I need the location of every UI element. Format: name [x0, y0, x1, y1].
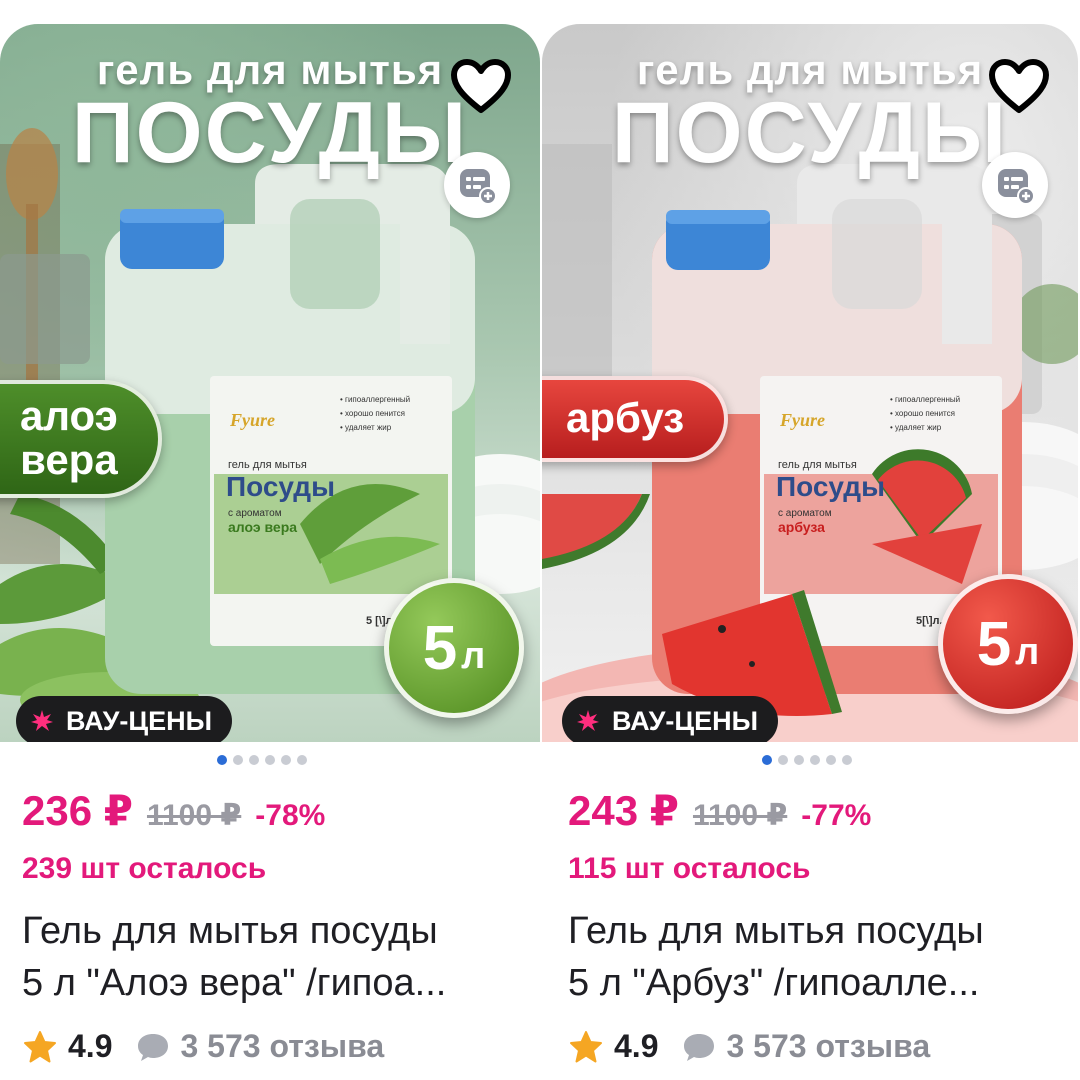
gallery-dot[interactable] [265, 755, 275, 765]
gallery-dot-active[interactable] [217, 755, 227, 765]
gallery-dot[interactable] [810, 755, 820, 765]
label-feature-2: • хорошо пенится [890, 409, 955, 418]
gallery-dot[interactable] [842, 755, 852, 765]
volume-badge: 5л [938, 574, 1078, 714]
flavor-badge: арбуз [542, 376, 729, 462]
gallery-dot[interactable] [778, 755, 788, 765]
label-aroma1: с ароматом [778, 508, 832, 519]
price-row: 236 ₽ 1100 ₽ -78% [22, 786, 325, 835]
starburst-icon [577, 710, 599, 731]
label-feature-2: • хорошо пенится [340, 409, 405, 418]
flavor-badge: алоэ вера [0, 380, 162, 498]
gallery-dot[interactable] [297, 755, 307, 765]
star-icon [24, 1030, 56, 1062]
promo-label: ВАУ-ЦЕНЫ [612, 705, 759, 736]
flavor-badge-line-2: вера [20, 436, 118, 483]
comment-bubble-icon [684, 1033, 715, 1061]
price-current: 236 ₽ [22, 787, 133, 834]
stock-remaining: 239 шт осталось [22, 852, 267, 885]
gallery-dot[interactable] [794, 755, 804, 765]
gallery-dots[interactable] [762, 755, 852, 765]
gallery-dot[interactable] [233, 755, 243, 765]
rating-row[interactable]: 4.9 3 573 отзыва [568, 1028, 930, 1065]
rating-value: 4.9 [68, 1028, 113, 1064]
gallery-dot[interactable] [281, 755, 291, 765]
label-feature-3: • удаляет жир [340, 423, 392, 432]
product-image-aloe[interactable]: Fyure гель для мытья Посуды с ароматом а… [0, 24, 540, 742]
compare-add-icon [460, 169, 497, 205]
label-feature-1: • гипоаллергенный [890, 395, 960, 404]
promo-badge: ВАУ-ЦЕНЫ [562, 696, 779, 742]
product-title-line-1[interactable]: Гель для мытья посуды [568, 905, 1058, 957]
gallery-dot-active[interactable] [762, 755, 772, 765]
label-line2: Посуды [226, 471, 335, 502]
volume-number: 5 [422, 613, 458, 683]
compare-button[interactable] [982, 152, 1048, 218]
volume-number: 5 [976, 609, 1012, 679]
volume-unit: л [461, 634, 486, 677]
flavor-badge-line-1: алоэ [20, 392, 118, 439]
product-image-watermelon[interactable]: Fyure гель для мытья Посуды с ароматом а… [542, 24, 1078, 742]
promo-label: ВАУ-ЦЕНЫ [66, 705, 213, 736]
product-card-aloe[interactable]: Fyure гель для мытья Посуды с ароматом а… [0, 0, 540, 1080]
volume-unit: л [1015, 630, 1040, 673]
label-feature-3: • удаляет жир [890, 423, 942, 432]
favorite-button[interactable] [446, 54, 516, 118]
label-brand: Fyure [229, 410, 275, 430]
star-icon [570, 1030, 602, 1062]
product-title-line-1[interactable]: Гель для мытья посуды [22, 905, 512, 957]
comment-bubble-icon [138, 1033, 169, 1061]
heart-outline-icon [451, 59, 511, 113]
stock-remaining: 115 шт осталось [568, 852, 811, 885]
favorite-button[interactable] [984, 54, 1054, 118]
product-grid: Fyure гель для мытья Посуды с ароматом а… [0, 0, 1080, 1080]
flavor-badge-line-1: арбуз [566, 394, 685, 441]
reviews-count[interactable]: 3 573 отзыва [180, 1028, 384, 1065]
heart-outline-icon [989, 59, 1049, 113]
label-aroma2: арбуза [778, 519, 825, 535]
label-line1: гель для мытья [778, 459, 857, 471]
rating-row[interactable]: 4.9 3 573 отзыва [22, 1028, 384, 1065]
product-title-line-2[interactable]: 5 л "Арбуз" /гипоалле... [568, 957, 1058, 1009]
volume-badge: 5л [384, 578, 524, 718]
gallery-dot[interactable] [249, 755, 259, 765]
product-title[interactable]: Гель для мытья посуды 5 л "Арбуз" /гипоа… [568, 905, 1058, 1009]
label-aroma1: с ароматом [228, 508, 282, 519]
product-title[interactable]: Гель для мытья посуды 5 л "Алоэ вера" /г… [22, 905, 512, 1009]
label-line2: Посуды [776, 471, 885, 502]
discount-percent: -78% [255, 799, 326, 832]
reviews-count[interactable]: 3 573 отзыва [726, 1028, 930, 1065]
price-old: 1100 ₽ [692, 799, 788, 832]
gallery-dots[interactable] [217, 755, 307, 765]
discount-percent: -77% [801, 799, 872, 832]
starburst-icon [31, 710, 53, 731]
price-current: 243 ₽ [568, 787, 679, 834]
price-old: 1100 ₽ [146, 799, 242, 832]
rating-value: 4.9 [614, 1028, 659, 1064]
promo-badge: ВАУ-ЦЕНЫ [16, 696, 233, 742]
product-title-line-2[interactable]: 5 л "Алоэ вера" /гипоа... [22, 957, 512, 1009]
label-aroma2: алоэ вера [228, 519, 297, 535]
product-card-watermelon[interactable]: Fyure гель для мытья Посуды с ароматом а… [540, 0, 1080, 1080]
compare-button[interactable] [444, 152, 510, 218]
gallery-dot[interactable] [826, 755, 836, 765]
compare-add-icon [998, 169, 1035, 205]
label-volume: 5[\]л. [916, 615, 943, 627]
label-line1: гель для мытья [228, 459, 307, 471]
price-row: 243 ₽ 1100 ₽ -77% [568, 786, 871, 835]
label-brand: Fyure [779, 410, 825, 430]
label-feature-1: • гипоаллергенный [340, 395, 410, 404]
